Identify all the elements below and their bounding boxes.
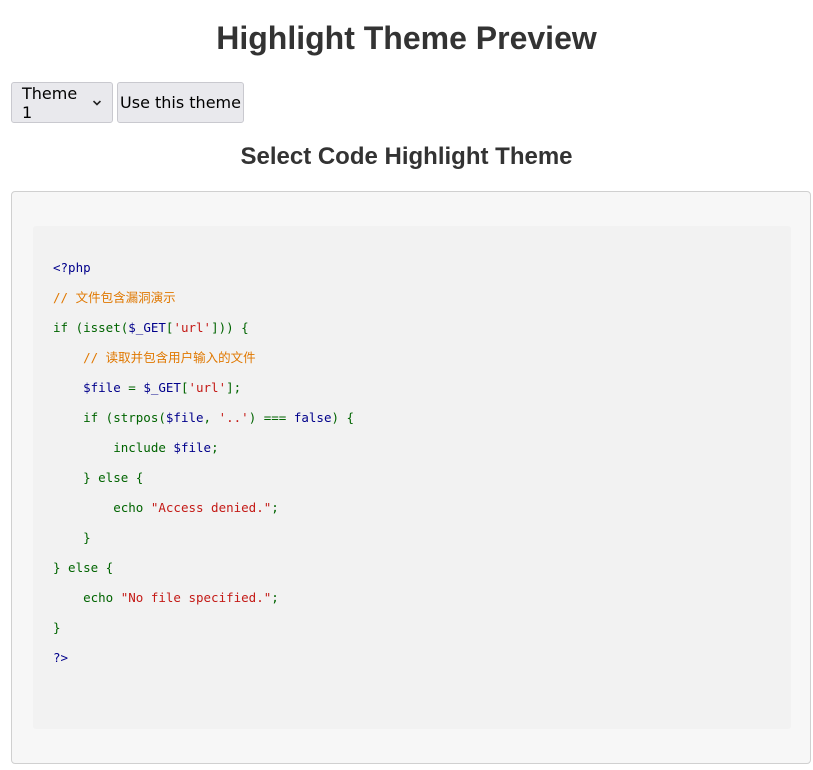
code-line: include $file;	[53, 440, 219, 455]
code-line: }	[53, 620, 61, 635]
code-line: <?php	[53, 260, 91, 275]
section-title: Select Code Highlight Theme	[240, 143, 573, 170]
code-line: // 文件包含漏洞演示	[53, 290, 176, 305]
code-line: } else {	[53, 560, 114, 575]
code-block: <?php // 文件包含漏洞演示 if (isset($_GET['url']…	[33, 226, 791, 729]
use-theme-button[interactable]: Use this theme	[117, 82, 244, 123]
page-title: Highlight Theme Preview	[216, 20, 597, 56]
code-line: }	[53, 530, 91, 545]
code-line: if (strpos($file, '..') === false) {	[53, 410, 355, 425]
theme-select[interactable]: Theme 1	[11, 82, 113, 123]
chevron-down-icon	[92, 99, 102, 106]
code-line: echo "No file specified.";	[53, 590, 279, 605]
code-line: ?>	[53, 650, 69, 665]
preview-panel: <?php // 文件包含漏洞演示 if (isset($_GET['url']…	[11, 191, 811, 764]
code-line: $file = $_GET['url'];	[53, 380, 242, 395]
theme-controls: Theme 1 Use this theme	[11, 82, 244, 123]
code-line: echo "Access denied.";	[53, 500, 279, 515]
theme-select-value: Theme 1	[22, 83, 78, 122]
code-line: // 读取并包含用户输入的文件	[53, 350, 256, 365]
code-line: } else {	[53, 470, 144, 485]
code-line: if (isset($_GET['url'])) {	[53, 320, 249, 335]
